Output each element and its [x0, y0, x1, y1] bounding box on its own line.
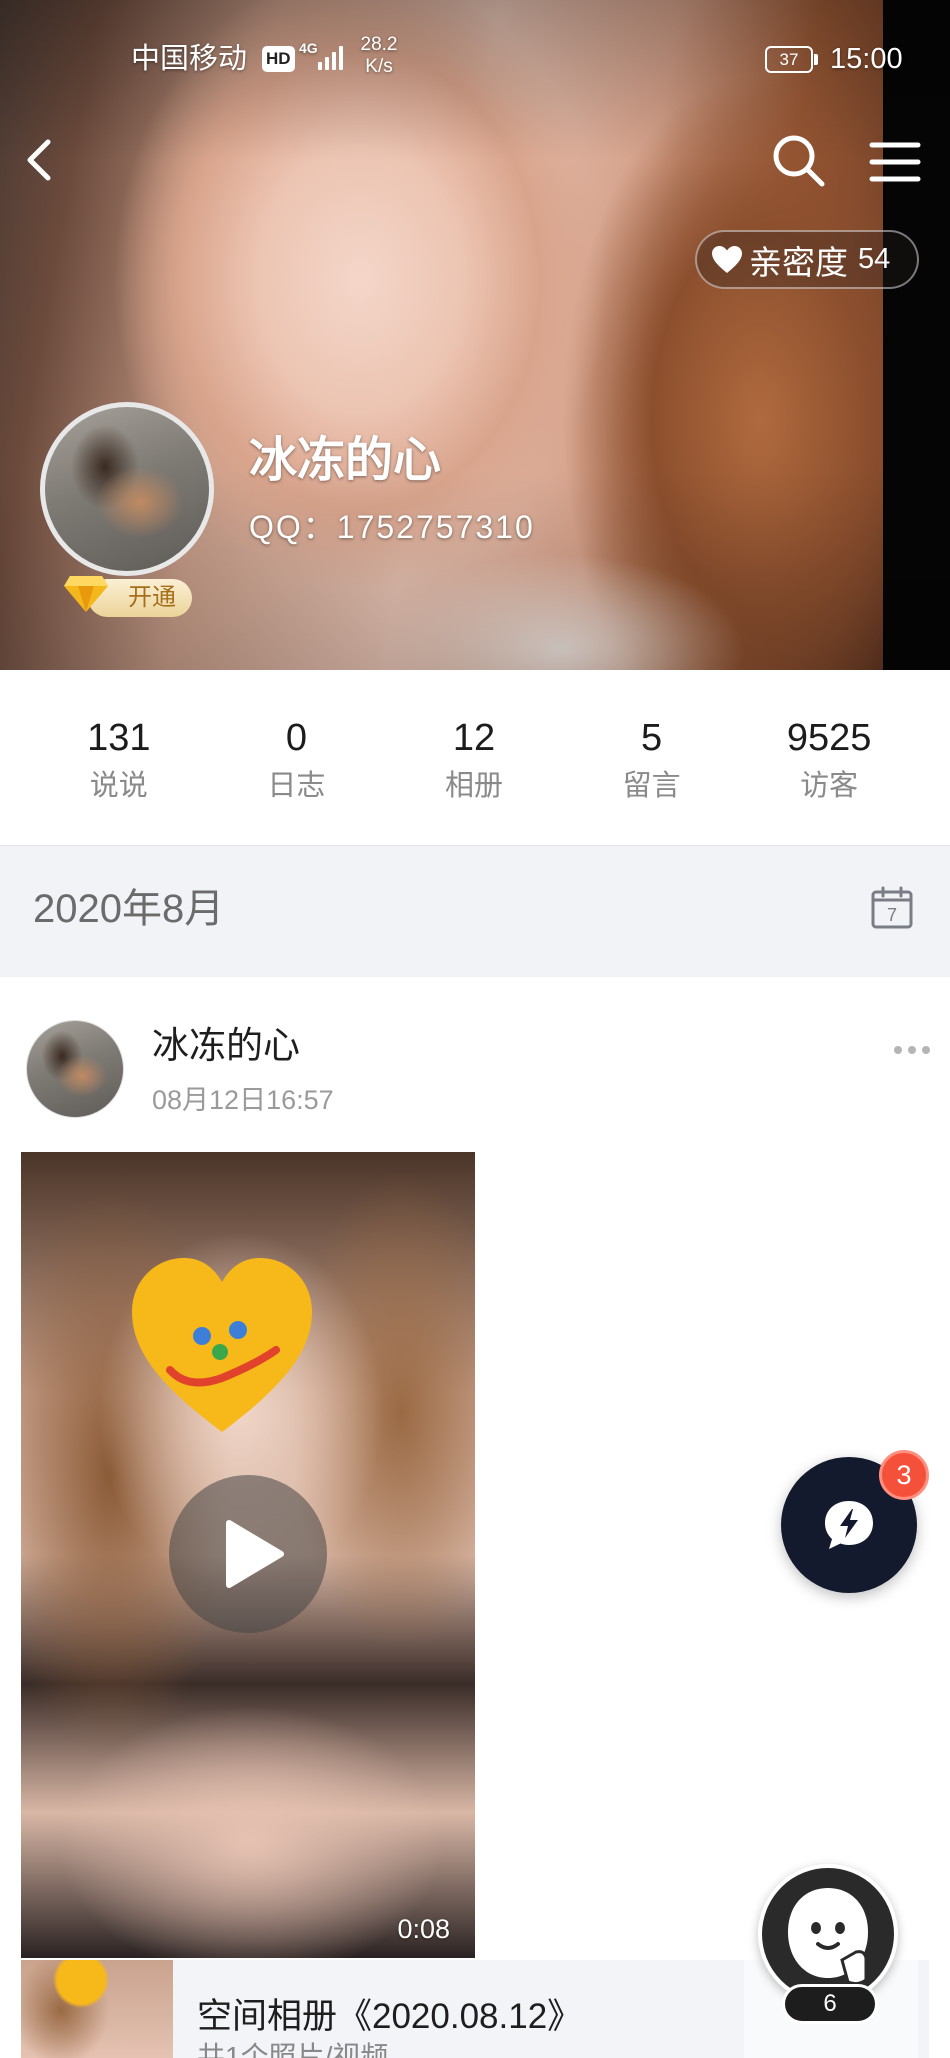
profile-name: 冰冻的心	[249, 434, 442, 487]
heart-sticker-icon	[132, 1258, 312, 1432]
battery-icon: 37	[765, 46, 813, 73]
speed-unit: K/s	[365, 56, 393, 77]
stat-blog[interactable]: 0 日志	[208, 714, 386, 814]
avatar[interactable]	[40, 402, 214, 576]
stat-value: 9525	[786, 717, 872, 759]
network-type: 4G	[299, 40, 318, 56]
intimacy-badge[interactable]: 亲密度 54	[695, 230, 919, 289]
intimacy-label: 亲密度	[749, 243, 848, 281]
video-duration: 0:08	[397, 1914, 450, 1944]
network-speed: 28.2 K/s	[356, 34, 402, 78]
month-label: 2020年8月	[33, 887, 225, 931]
stat-label: 日志	[267, 770, 326, 802]
post-time: 08月12日16:57	[152, 1085, 334, 1115]
stat-label: 留言	[622, 770, 681, 802]
stat-visitor[interactable]: 9525 访客	[740, 714, 918, 814]
calendar-day: 7	[887, 905, 897, 925]
stat-album[interactable]: 12 相册	[385, 714, 563, 814]
stat-value: 131	[87, 717, 151, 759]
stat-shuoshuo[interactable]: 131 说说	[30, 714, 208, 814]
play-button[interactable]	[169, 1475, 327, 1633]
stat-label: 访客	[800, 770, 859, 802]
stat-value: 12	[452, 717, 496, 759]
post-avatar[interactable]	[26, 1020, 124, 1118]
post-author[interactable]: 冰冻的心	[152, 1024, 300, 1068]
chat-badge: 3	[879, 1450, 929, 1500]
stat-value: 0	[285, 717, 307, 759]
intimacy-value: 54	[858, 243, 891, 275]
album-title: 空间相册《2020.08.12》	[197, 1997, 583, 2036]
stat-label: 说说	[89, 770, 148, 802]
clock: 15:00	[830, 43, 903, 75]
mascot-icon	[788, 1888, 868, 1986]
album-subtitle: 共1个照片/视频	[197, 2041, 389, 2058]
carrier-name: 中国移动	[131, 43, 248, 75]
stat-label: 相册	[444, 770, 503, 802]
mascot-count: 6	[782, 1984, 878, 2024]
battery-nub	[814, 54, 818, 65]
signal-icon	[318, 42, 348, 70]
more-icon[interactable]	[892, 1044, 932, 1056]
lightning-chat-icon	[825, 1501, 873, 1549]
calendar-icon[interactable]: 7	[870, 886, 914, 930]
speed-value: 28.2	[360, 34, 398, 55]
vip-open-label: 开通	[128, 584, 176, 611]
stats-row: 131 说说 0 日志 12 相册 5 留言 9525 访客	[30, 714, 918, 814]
stat-message[interactable]: 5 留言	[563, 714, 741, 814]
mascot-button[interactable]	[758, 1864, 898, 2004]
heart-icon	[712, 245, 742, 273]
qq-number: QQ：1752757310	[249, 509, 535, 545]
profile-screen: 中国移动 HD 4G 28.2 K/s 37 15:00 亲密度 54 开通 冰…	[0, 0, 950, 2058]
play-icon	[226, 1520, 284, 1588]
diamond-icon	[64, 576, 108, 612]
menu-icon[interactable]	[868, 140, 922, 184]
stat-value: 5	[641, 717, 663, 759]
hd-badge: HD	[262, 46, 295, 72]
album-thumbnail	[21, 1960, 173, 2058]
search-icon[interactable]	[770, 132, 828, 190]
back-arrow-icon[interactable]	[20, 136, 60, 184]
